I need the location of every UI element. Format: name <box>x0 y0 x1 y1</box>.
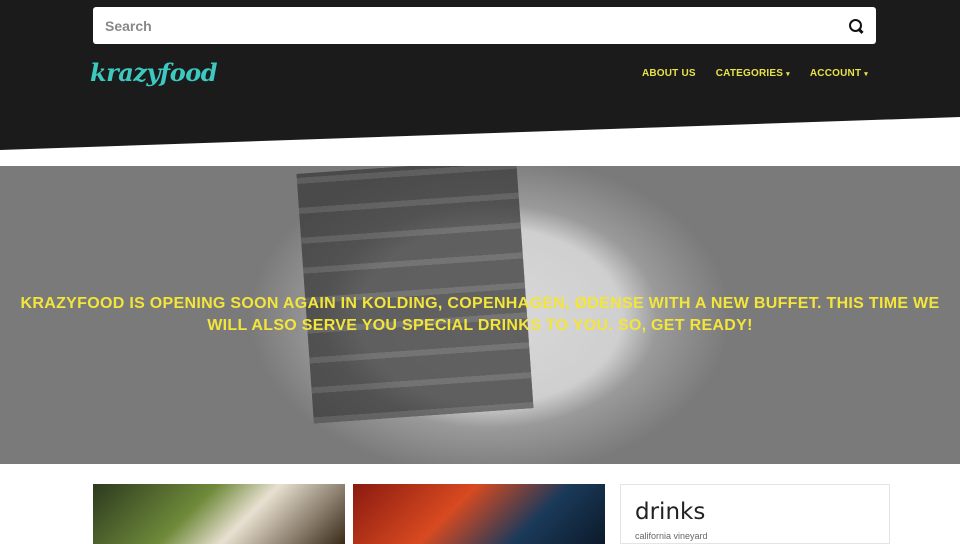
nav-about-us[interactable]: ABOUT US <box>642 68 696 79</box>
food-card-image[interactable] <box>353 484 605 544</box>
search-input[interactable] <box>105 17 848 34</box>
drinks-title: drinks <box>635 499 706 525</box>
search-icon[interactable] <box>848 18 864 34</box>
nav-categories-label: CATEGORIES <box>715 68 784 79</box>
main-nav: ABOUT US CATEGORIES ▾ ACCOUNT ▾ <box>642 68 868 79</box>
nav-account[interactable]: ACCOUNT ▾ <box>810 68 868 79</box>
hero-banner: KRAZYFOOD IS OPENING SOON AGAIN IN KOLDI… <box>0 166 960 464</box>
nav-account-label: ACCOUNT <box>809 68 862 79</box>
drinks-card[interactable]: drinks california vineyard <box>620 484 890 544</box>
caret-down-icon: ▾ <box>864 71 868 78</box>
logo[interactable]: krazyfood <box>90 58 218 87</box>
nav-categories[interactable]: CATEGORIES ▾ <box>716 68 790 79</box>
search-bar <box>93 7 876 44</box>
hero-announcement: KRAZYFOOD IS OPENING SOON AGAIN IN KOLDI… <box>20 295 940 334</box>
food-card-image[interactable] <box>93 484 345 544</box>
caret-down-icon: ▾ <box>786 71 790 78</box>
